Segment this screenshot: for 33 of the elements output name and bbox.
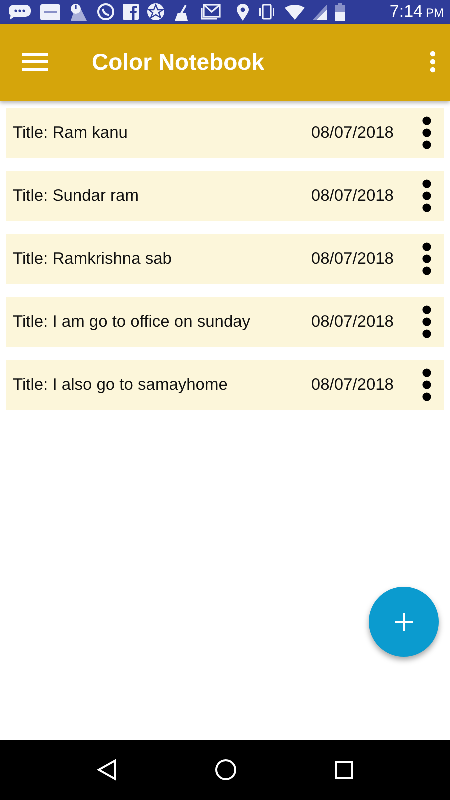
note-row[interactable]: Title: Sundar ram 08/07/2018 <box>6 171 444 221</box>
note-row[interactable]: Title: I also go to samayhome 08/07/2018 <box>6 360 444 410</box>
message-icon <box>8 4 32 20</box>
back-icon[interactable] <box>96 758 118 782</box>
note-date: 08/07/2018 <box>311 248 394 270</box>
battery-icon <box>335 3 345 21</box>
note-date: 08/07/2018 <box>311 122 394 144</box>
signal-icon <box>313 4 327 20</box>
app-title: Color Notebook <box>92 48 264 78</box>
mail-icon <box>201 4 221 20</box>
social-app-icon <box>123 4 139 20</box>
chat-bubble-icon <box>97 3 115 21</box>
location-icon <box>237 4 249 20</box>
note-title: Title: Ram kanu <box>13 122 128 144</box>
vibrate-icon <box>257 4 277 20</box>
note-date: 08/07/2018 <box>311 374 394 396</box>
note-title: Title: Ramkrishna sab <box>13 248 172 270</box>
note-title: Title: I also go to samayhome <box>13 374 228 396</box>
add-button[interactable] <box>369 587 439 657</box>
plus-icon <box>394 612 414 632</box>
note-date: 08/07/2018 <box>311 312 394 333</box>
note-title: Title: I am go to office on sunday <box>13 312 251 333</box>
note-date: 08/07/2018 <box>311 186 394 207</box>
note-title: Title: Sundar ram <box>13 186 139 207</box>
wifi-icon <box>285 4 305 20</box>
clock-period: PM <box>426 4 444 22</box>
star-badge-icon <box>147 3 165 21</box>
note-row[interactable]: Title: I am go to office on sunday 08/07/2018 <box>6 297 444 347</box>
note-row[interactable]: Title: Ram kanu 08/07/2018 <box>6 108 444 158</box>
note-row[interactable]: Title: Ramkrishna sab 08/07/2018 <box>6 234 444 284</box>
clock-time: 7:14 <box>390 2 423 20</box>
home-icon[interactable] <box>214 758 237 782</box>
recent-apps-icon[interactable] <box>334 758 354 782</box>
